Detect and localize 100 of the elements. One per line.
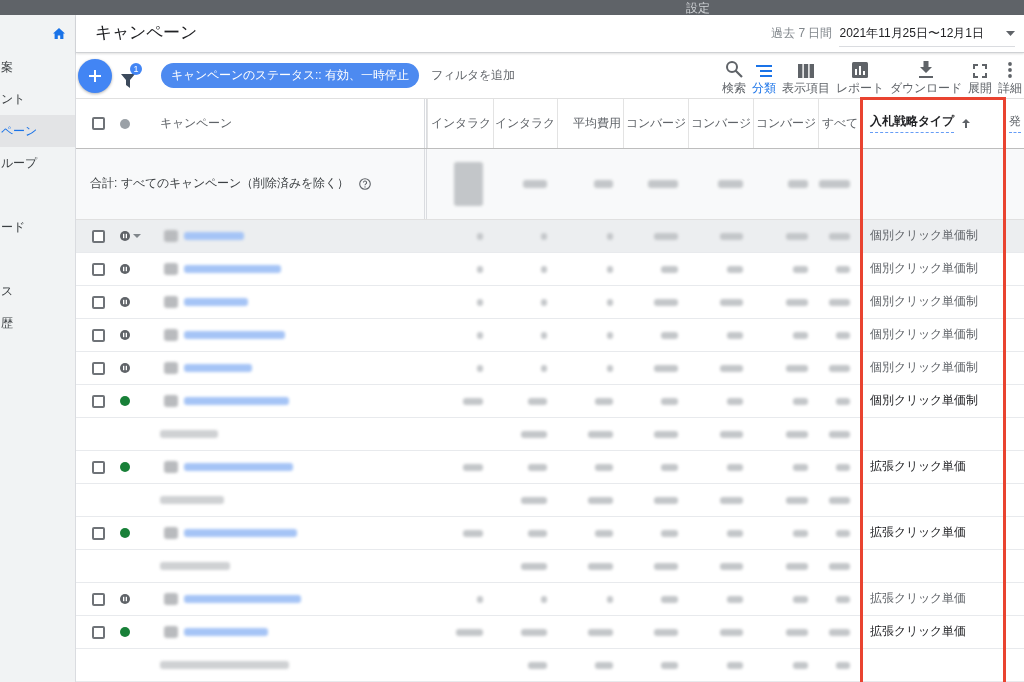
table-row[interactable]: 個別クリック単価制: [76, 385, 1024, 418]
table-cell: 拡張クリック単価: [870, 459, 966, 475]
sidebar-item[interactable]: ント: [0, 83, 75, 115]
checkbox[interactable]: [92, 262, 105, 276]
dot-icon: [120, 118, 130, 129]
checkbox[interactable]: [92, 625, 105, 639]
table-row[interactable]: 拡張クリック単価: [76, 583, 1024, 616]
table-row[interactable]: 個別クリック単価制: [76, 220, 1024, 253]
checkbox[interactable]: [92, 328, 105, 342]
blurred-value: [477, 331, 483, 339]
checkbox[interactable]: [92, 229, 105, 243]
sidebar-item[interactable]: ループ: [0, 147, 75, 179]
table-cell: 個別クリック単価制: [870, 393, 978, 409]
pause-icon[interactable]: [120, 363, 130, 373]
pause-icon[interactable]: [120, 264, 130, 274]
column-header[interactable]: 発: [1009, 114, 1021, 133]
status-dot-icon[interactable]: [120, 528, 130, 538]
blurred-value: [720, 364, 743, 372]
blurred-value: [786, 562, 808, 570]
caret-icon[interactable]: [133, 234, 141, 238]
sidebar-item[interactable]: ード: [0, 211, 75, 243]
blurred-value: [829, 430, 850, 438]
blurred-thumbnail: [164, 461, 178, 473]
fullscreen-icon: [973, 64, 987, 78]
download-button[interactable]: ダウンロード: [888, 60, 964, 95]
blurred-thumbnail: [164, 263, 178, 275]
column-header[interactable]: インタラク: [431, 115, 491, 132]
checkbox[interactable]: [92, 361, 105, 375]
pause-icon[interactable]: [120, 594, 130, 604]
sidebar-item[interactable]: 案: [0, 51, 75, 83]
top-nav-label[interactable]: 設定: [686, 0, 710, 14]
search-button[interactable]: 検索: [720, 60, 748, 95]
report-button[interactable]: レポート: [834, 60, 886, 95]
blurred-value: [661, 397, 678, 405]
checkbox[interactable]: [92, 295, 105, 309]
date-range-dropdown[interactable]: 2021年11月25日〜12月1日: [839, 19, 1015, 48]
more-button[interactable]: 詳細: [996, 60, 1024, 95]
status-dot-icon[interactable]: [120, 462, 130, 472]
table-row[interactable]: 個別クリック単価制: [76, 286, 1024, 319]
pause-icon[interactable]: [120, 297, 130, 307]
caret-icon: [1006, 31, 1015, 36]
blurred-value: [786, 298, 808, 306]
blurred-value: [607, 232, 613, 240]
sidebar-item[interactable]: 歴: [0, 307, 75, 339]
blurred-thumbnail: [164, 296, 178, 308]
blurred-value: [793, 397, 808, 405]
table-row[interactable]: 拡張クリック単価: [76, 517, 1024, 550]
column-header[interactable]: コンバージ: [756, 115, 816, 132]
add-button[interactable]: [78, 58, 112, 93]
sort-arrow-icon[interactable]: [962, 119, 970, 128]
table-row[interactable]: 個別クリック単価制: [76, 253, 1024, 286]
checkbox[interactable]: [92, 394, 105, 408]
segment-button[interactable]: 分類: [750, 60, 778, 95]
page-title: キャンペーン: [95, 23, 197, 44]
table-row[interactable]: 拡張クリック単価: [76, 451, 1024, 484]
blurred-value: [521, 628, 547, 636]
blurred-value: [654, 430, 678, 438]
add-filter-button[interactable]: フィルタを追加: [431, 67, 515, 84]
blurred-value: [829, 562, 850, 570]
blurred-value: [595, 661, 613, 669]
blurred-value: [793, 595, 808, 603]
column-header[interactable]: キャンペーン: [160, 115, 232, 132]
checkbox[interactable]: [92, 592, 105, 606]
column-header[interactable]: すべて: [822, 115, 858, 132]
help-icon[interactable]: [358, 178, 371, 190]
filter-icon[interactable]: [121, 71, 135, 88]
sidebar-item[interactable]: ペーン: [0, 115, 75, 147]
blurred-link: [184, 232, 244, 240]
table-row[interactable]: 拡張クリック単価: [76, 616, 1024, 649]
blurred-value: [477, 595, 483, 603]
status-dot-icon[interactable]: [120, 627, 130, 637]
column-header[interactable]: コンバージ: [626, 115, 686, 132]
pause-icon[interactable]: [120, 231, 130, 241]
blurred-value: [786, 496, 808, 504]
table-cell: 拡張クリック単価: [870, 525, 966, 541]
table-cell: 拡張クリック単価: [870, 591, 966, 607]
checkbox[interactable]: [92, 526, 105, 540]
blurred-value: [829, 364, 850, 372]
blurred-value: [661, 331, 678, 339]
blurred-value: [654, 562, 678, 570]
sidebar-item[interactable]: ス: [0, 275, 75, 307]
columns-button[interactable]: 表示項目: [780, 60, 832, 95]
columns-icon: [798, 64, 814, 78]
pause-icon[interactable]: [120, 330, 130, 340]
column-header[interactable]: 平均費用: [573, 115, 621, 132]
blurred-value: [607, 265, 613, 273]
table-row[interactable]: 個別クリック単価制: [76, 319, 1024, 352]
column-header[interactable]: 入札戦略タイプ: [870, 114, 954, 133]
blurred-thumbnail: [164, 593, 178, 605]
blurred-value: [836, 463, 850, 471]
column-header[interactable]: インタラク: [495, 115, 555, 132]
expand-button[interactable]: 展開: [966, 60, 994, 95]
blurred-value: [786, 364, 808, 372]
column-header[interactable]: コンバージ: [691, 115, 751, 132]
checkbox[interactable]: [92, 460, 105, 474]
status-dot-icon[interactable]: [120, 396, 130, 406]
checkbox[interactable]: [92, 117, 105, 130]
table-row[interactable]: 個別クリック単価制: [76, 352, 1024, 385]
blurred-value: [541, 364, 547, 372]
home-icon[interactable]: [53, 27, 65, 39]
